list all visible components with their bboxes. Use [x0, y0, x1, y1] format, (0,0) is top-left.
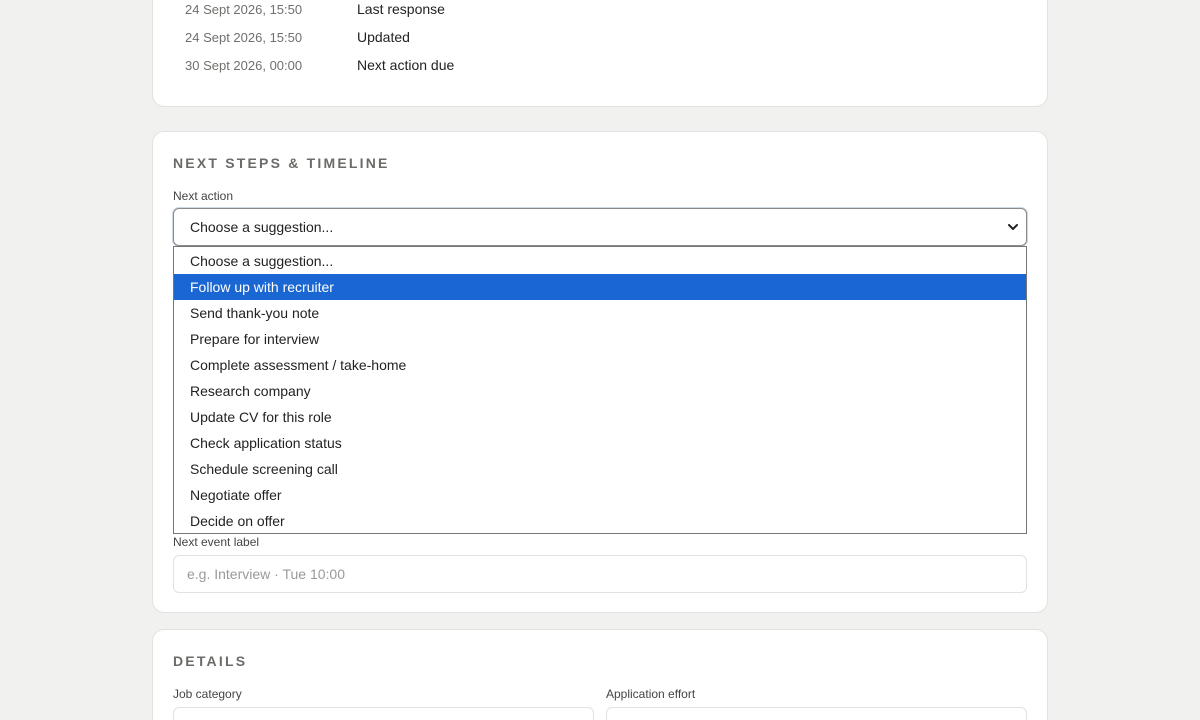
job-category-input[interactable]	[173, 707, 594, 720]
date-row-next-action-due: 30 Sept 2026, 00:00 Next action due	[185, 55, 454, 75]
date-label: Next action due	[357, 57, 455, 73]
dropdown-option[interactable]: Schedule screening call	[174, 456, 1026, 482]
date-label: Updated	[357, 29, 410, 45]
date-value: 24 Sept 2026, 15:50	[185, 29, 303, 45]
date-label: Last response	[357, 1, 445, 17]
dropdown-option[interactable]: Send thank-you note	[174, 300, 1026, 326]
chevron-down-icon	[1008, 224, 1018, 230]
next-event-placeholder: e.g. Interview · Tue 10:00	[187, 566, 345, 582]
dropdown-option[interactable]: Negotiate offer	[174, 482, 1026, 508]
date-value: 30 Sept 2026, 00:00	[185, 57, 303, 73]
next-event-input[interactable]: e.g. Interview · Tue 10:00	[173, 555, 1027, 593]
application-effort-label: Application effort	[606, 687, 696, 701]
date-value: 24 Sept 2026, 15:50	[185, 1, 303, 17]
application-effort-input[interactable]	[606, 707, 1027, 720]
dropdown-option[interactable]: Choose a suggestion...	[174, 248, 1026, 274]
dates-card: 24 Sept 2026, 15:50 Last response 24 Sep…	[152, 0, 1048, 107]
job-category-label: Job category	[173, 687, 242, 701]
next-event-label: Next event label	[173, 535, 260, 549]
date-row-last-response: 24 Sept 2026, 15:50 Last response	[185, 0, 445, 19]
next-action-select[interactable]: Choose a suggestion...	[173, 208, 1027, 246]
dropdown-option[interactable]: Decide on offer	[174, 508, 1026, 534]
section-title: NEXT STEPS & TIMELINE	[173, 155, 390, 171]
dropdown-option[interactable]: Complete assessment / take-home	[174, 352, 1026, 378]
section-title: DETAILS	[173, 653, 248, 669]
dropdown-option[interactable]: Research company	[174, 378, 1026, 404]
dropdown-option[interactable]: Follow up with recruiter	[174, 274, 1026, 300]
date-row-updated: 24 Sept 2026, 15:50 Updated	[185, 27, 410, 47]
select-value: Choose a suggestion...	[190, 219, 334, 235]
next-action-dropdown[interactable]: Choose a suggestion... Follow up with rec…	[173, 246, 1027, 534]
details-card: DETAILS Job category Application effort	[152, 629, 1048, 720]
dropdown-option[interactable]: Prepare for interview	[174, 326, 1026, 352]
next-action-label: Next action	[173, 189, 234, 203]
dropdown-option[interactable]: Update CV for this role	[174, 404, 1026, 430]
dropdown-option[interactable]: Check application status	[174, 430, 1026, 456]
